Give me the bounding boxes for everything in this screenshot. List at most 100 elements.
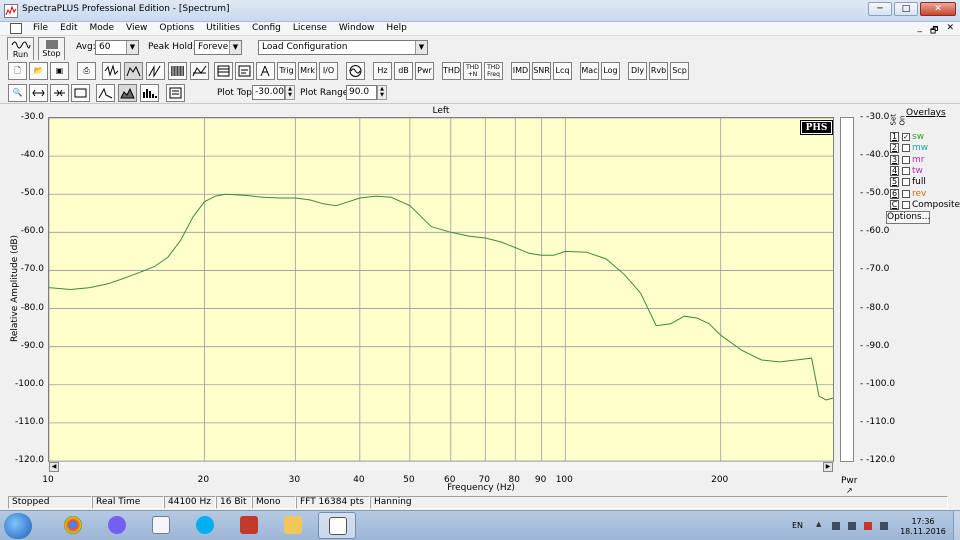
document-icon[interactable]	[10, 23, 22, 34]
viber-icon[interactable]	[98, 512, 136, 539]
stop-button[interactable]: Stop	[38, 37, 65, 61]
overlay-on-checkbox[interactable]	[902, 200, 910, 209]
dly-button[interactable]: Dly	[628, 62, 647, 80]
data-table-button[interactable]	[214, 62, 233, 80]
horizontal-scrollbar[interactable]: ◀ ▶	[49, 461, 833, 472]
log-button[interactable]: Log	[601, 62, 620, 80]
zoom-in-x-button[interactable]	[29, 84, 48, 102]
tray-expand-icon[interactable]: ▲	[816, 520, 821, 528]
maximize-button[interactable]: □	[894, 2, 918, 16]
mac-button[interactable]: Mac	[580, 62, 599, 80]
trigger-button[interactable]: Trig	[277, 62, 296, 80]
menu-license[interactable]: License	[287, 23, 333, 33]
show-desktop-button[interactable]	[953, 511, 960, 540]
thd-freq-button[interactable]: THD Freq	[484, 62, 503, 80]
run-button[interactable]: Run	[7, 37, 34, 61]
menu-help[interactable]: Help	[380, 23, 413, 33]
menu-mode[interactable]: Mode	[84, 23, 121, 33]
zoom-button[interactable]: 🔍	[8, 84, 27, 102]
document-icon[interactable]	[142, 512, 180, 539]
clock[interactable]: 17:36 18.11.2016	[898, 517, 948, 537]
signal-generator-button[interactable]	[346, 62, 365, 80]
marker-button[interactable]: Mrk	[298, 62, 317, 80]
spin-arrows-icon[interactable]: ▲ ▼	[377, 85, 387, 100]
avg-select[interactable]: 60 ▼	[95, 40, 139, 55]
overlay-on-checkbox[interactable]	[902, 178, 910, 187]
save-button[interactable]: ▣	[50, 62, 69, 80]
minimize-button[interactable]: ─	[868, 2, 892, 16]
lcq-button[interactable]: Lcq	[553, 62, 572, 80]
menu-view[interactable]: View	[120, 23, 153, 33]
menu-edit[interactable]: Edit	[54, 23, 83, 33]
overlay-on-checkbox[interactable]	[902, 155, 910, 164]
menu-utilities[interactable]: Utilities	[200, 23, 246, 33]
toolbox-icon[interactable]	[230, 512, 268, 539]
language-indicator[interactable]: EN	[792, 521, 803, 530]
thd-n-button[interactable]: THD +N	[463, 62, 482, 80]
close-button[interactable]: ✕	[920, 2, 956, 16]
scroll-left-icon[interactable]: ◀	[49, 462, 59, 472]
hz-button[interactable]: Hz	[373, 62, 392, 80]
usb-icon[interactable]	[832, 522, 840, 530]
overlay-set-button[interactable]: 4	[890, 165, 899, 176]
line-graph-button[interactable]	[96, 84, 115, 102]
overlay-on-checkbox[interactable]	[902, 189, 910, 198]
phase-icon	[148, 65, 161, 78]
folder-icon[interactable]	[274, 512, 312, 539]
new-file-button[interactable]: 🗋	[8, 62, 27, 80]
phase-button[interactable]	[146, 62, 165, 80]
db-button[interactable]: dB	[394, 62, 413, 80]
overlay-set-button[interactable]: 3	[890, 154, 899, 165]
spectrogram-button[interactable]	[168, 62, 187, 80]
configuration-select[interactable]: Load Configuration ▼	[258, 40, 428, 55]
start-button[interactable]	[4, 513, 32, 539]
filled-graph-button[interactable]	[118, 84, 137, 102]
spin-arrows-icon[interactable]: ▲ ▼	[285, 85, 295, 100]
volume-icon[interactable]	[880, 522, 888, 530]
time-series-button[interactable]	[102, 62, 121, 80]
zoom-out-x-button[interactable]	[50, 84, 69, 102]
zoom-out-full-button[interactable]	[71, 84, 90, 102]
overlay-set-button[interactable]: 6	[890, 188, 899, 199]
menu-window[interactable]: Window	[333, 23, 381, 33]
generator-button[interactable]	[256, 62, 275, 80]
thd-button[interactable]: THD	[442, 62, 461, 80]
overlay-name: sw	[912, 132, 925, 142]
flag-icon[interactable]	[864, 522, 872, 530]
meter-button[interactable]	[235, 62, 254, 80]
skype-icon[interactable]	[186, 512, 224, 539]
lcq-label: Lcq	[555, 66, 570, 75]
overlay-set-button[interactable]: 1	[890, 132, 899, 142]
chrome-icon[interactable]	[54, 512, 92, 539]
overlay-set-button[interactable]: 5	[890, 177, 899, 188]
snr-button[interactable]: SNR	[532, 62, 551, 80]
scroll-right-icon[interactable]: ▶	[823, 462, 833, 472]
spectrum-button[interactable]	[124, 62, 143, 80]
bar-graph-button[interactable]	[140, 84, 159, 102]
overlay-set-button[interactable]: C	[890, 199, 899, 210]
overlay-options-button[interactable]: Options...	[886, 211, 930, 224]
spectrum-plot[interactable]	[48, 117, 834, 462]
menu-config[interactable]: Config	[246, 23, 287, 33]
print-button[interactable]: ⎙	[77, 62, 96, 80]
network-icon[interactable]	[848, 522, 856, 530]
overlay-set-button[interactable]: 2	[890, 143, 899, 154]
properties-button[interactable]	[166, 84, 185, 102]
plot-top-input[interactable]: -30.00 ▲ ▼	[252, 85, 295, 100]
overlay-on-checkbox[interactable]: ✓	[902, 133, 910, 141]
menu-file[interactable]: File	[27, 23, 54, 33]
scp-button[interactable]: Scp	[670, 62, 689, 80]
time-series-icon	[104, 64, 119, 77]
io-button[interactable]: I/O	[319, 62, 338, 80]
rvb-button[interactable]: Rvb	[649, 62, 668, 80]
overlay-on-checkbox[interactable]	[902, 144, 910, 153]
spectraplus-icon[interactable]	[318, 512, 356, 539]
menu-options[interactable]: Options	[153, 23, 200, 33]
pwr-button[interactable]: Pwr	[415, 62, 434, 80]
peak-hold-select[interactable]: Forever ▼	[194, 40, 242, 55]
overlay-on-checkbox[interactable]	[902, 166, 910, 175]
plot-range-input[interactable]: 90.0 ▲ ▼	[346, 85, 387, 100]
3d-surface-button[interactable]	[190, 62, 209, 80]
imd-button[interactable]: IMD	[511, 62, 530, 80]
open-file-button[interactable]: 📂	[29, 62, 48, 80]
